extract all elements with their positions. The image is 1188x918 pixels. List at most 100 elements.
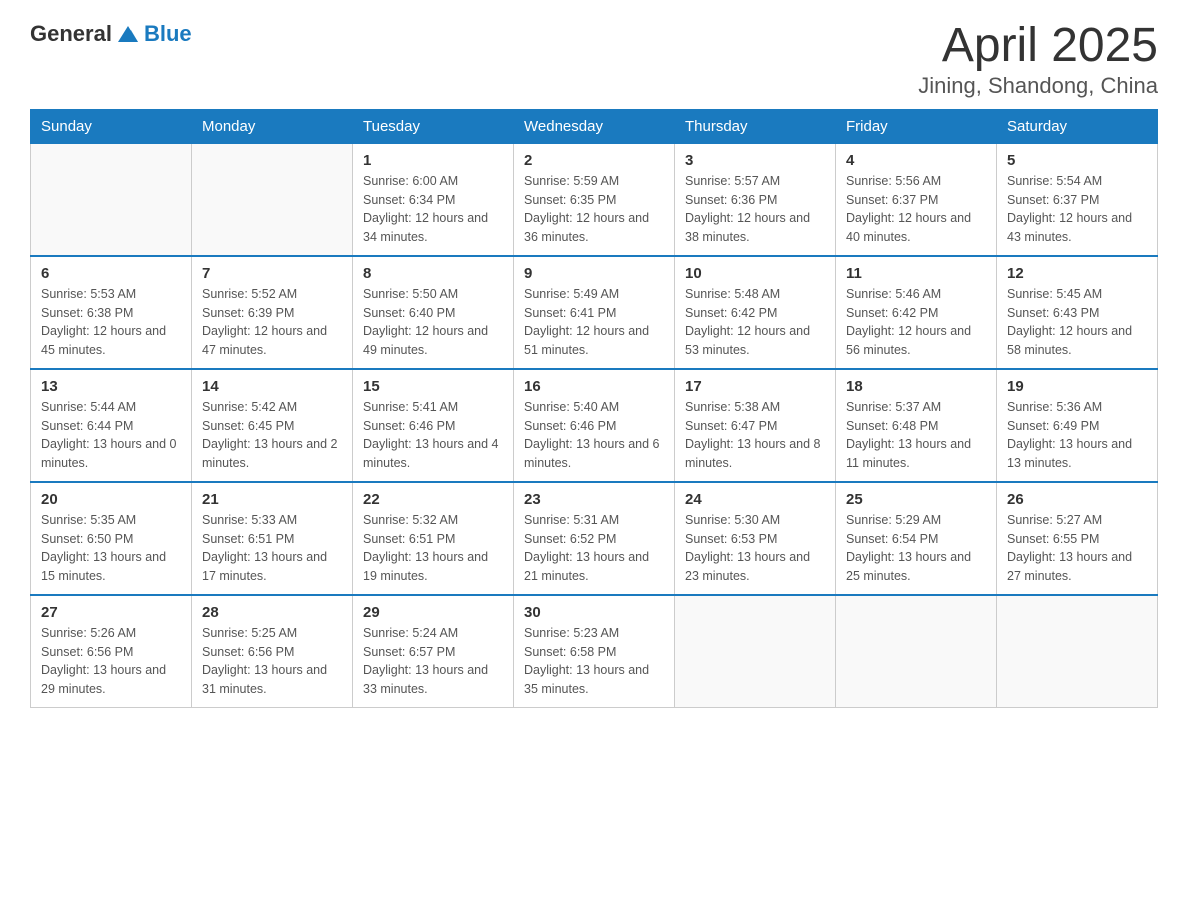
day-number: 29 xyxy=(363,604,503,621)
calendar-cell: 25 Sunrise: 5:29 AMSunset: 6:54 PMDayligh… xyxy=(836,482,997,595)
calendar-cell xyxy=(675,595,836,708)
logo-icon xyxy=(114,20,142,48)
day-number: 26 xyxy=(1007,491,1147,508)
day-number: 8 xyxy=(363,265,503,282)
day-number: 13 xyxy=(41,378,181,395)
calendar-cell: 10Sunrise: 5:48 AMSunset: 6:42 PMDayligh… xyxy=(675,256,836,369)
day-info: Sunrise: 5:23 AMSunset: 6:58 PMDaylight:… xyxy=(524,624,664,699)
day-info: Sunrise: 5:33 AMSunset: 6:51 PMDaylight:… xyxy=(202,511,342,586)
calendar-week-4: 20 Sunrise: 5:35 AMSunset: 6:50 PMDayligh… xyxy=(31,482,1158,595)
day-number: 10 xyxy=(685,265,825,282)
calendar-week-3: 13 Sunrise: 5:44 AMSunset: 6:44 PMDayligh… xyxy=(31,369,1158,482)
day-info: Sunrise: 5:38 AMSunset: 6:47 PMDaylight:… xyxy=(685,398,825,473)
calendar-cell: 1 Sunrise: 6:00 AMSunset: 6:34 PMDaylight… xyxy=(353,143,514,256)
calendar-cell: 30Sunrise: 5:23 AMSunset: 6:58 PMDayligh… xyxy=(514,595,675,708)
day-number: 20 xyxy=(41,491,181,508)
calendar-cell: 7 Sunrise: 5:52 AMSunset: 6:39 PMDaylight… xyxy=(192,256,353,369)
day-info: Sunrise: 5:45 AMSunset: 6:43 PMDaylight:… xyxy=(1007,285,1147,360)
calendar-cell: 4 Sunrise: 5:56 AMSunset: 6:37 PMDaylight… xyxy=(836,143,997,256)
day-number: 22 xyxy=(363,491,503,508)
calendar-cell: 18 Sunrise: 5:37 AMSunset: 6:48 PMDayligh… xyxy=(836,369,997,482)
day-info: Sunrise: 5:29 AMSunset: 6:54 PMDaylight:… xyxy=(846,511,986,586)
day-info: Sunrise: 5:57 AMSunset: 6:36 PMDaylight:… xyxy=(685,172,825,247)
calendar-cell: 26 Sunrise: 5:27 AMSunset: 6:55 PMDayligh… xyxy=(997,482,1158,595)
calendar-cell: 22 Sunrise: 5:32 AMSunset: 6:51 PMDayligh… xyxy=(353,482,514,595)
calendar-cell: 5 Sunrise: 5:54 AMSunset: 6:37 PMDaylight… xyxy=(997,143,1158,256)
day-number: 16 xyxy=(524,378,664,395)
calendar-header-friday: Friday xyxy=(836,109,997,143)
day-info: Sunrise: 5:27 AMSunset: 6:55 PMDaylight:… xyxy=(1007,511,1147,586)
calendar-cell: 8 Sunrise: 5:50 AMSunset: 6:40 PMDaylight… xyxy=(353,256,514,369)
calendar-cell: 16 Sunrise: 5:40 AMSunset: 6:46 PMDayligh… xyxy=(514,369,675,482)
page-subtitle: Jining, Shandong, China xyxy=(918,73,1158,99)
day-number: 23 xyxy=(524,491,664,508)
calendar-cell: 15 Sunrise: 5:41 AMSunset: 6:46 PMDayligh… xyxy=(353,369,514,482)
day-info: Sunrise: 5:30 AMSunset: 6:53 PMDaylight:… xyxy=(685,511,825,586)
calendar-header-tuesday: Tuesday xyxy=(353,109,514,143)
day-number: 24 xyxy=(685,491,825,508)
day-number: 19 xyxy=(1007,378,1147,395)
calendar-header-row: SundayMondayTuesdayWednesdayThursdayFrid… xyxy=(31,109,1158,143)
day-info: Sunrise: 5:56 AMSunset: 6:37 PMDaylight:… xyxy=(846,172,986,247)
calendar-cell: 20 Sunrise: 5:35 AMSunset: 6:50 PMDayligh… xyxy=(31,482,192,595)
calendar-cell: 29 Sunrise: 5:24 AMSunset: 6:57 PMDayligh… xyxy=(353,595,514,708)
day-info: Sunrise: 5:50 AMSunset: 6:40 PMDaylight:… xyxy=(363,285,503,360)
day-info: Sunrise: 5:44 AMSunset: 6:44 PMDaylight:… xyxy=(41,398,181,473)
day-info: Sunrise: 5:49 AMSunset: 6:41 PMDaylight:… xyxy=(524,285,664,360)
calendar-cell: 13 Sunrise: 5:44 AMSunset: 6:44 PMDayligh… xyxy=(31,369,192,482)
day-info: Sunrise: 5:59 AMSunset: 6:35 PMDaylight:… xyxy=(524,172,664,247)
day-number: 2 xyxy=(524,152,664,169)
calendar-header-thursday: Thursday xyxy=(675,109,836,143)
calendar-cell xyxy=(836,595,997,708)
calendar-cell: 24 Sunrise: 5:30 AMSunset: 6:53 PMDayligh… xyxy=(675,482,836,595)
day-number: 6 xyxy=(41,265,181,282)
day-info: Sunrise: 5:53 AMSunset: 6:38 PMDaylight:… xyxy=(41,285,181,360)
day-info: Sunrise: 5:32 AMSunset: 6:51 PMDaylight:… xyxy=(363,511,503,586)
day-number: 27 xyxy=(41,604,181,621)
logo-text-blue: Blue xyxy=(144,21,192,47)
calendar-cell: 2 Sunrise: 5:59 AMSunset: 6:35 PMDaylight… xyxy=(514,143,675,256)
day-number: 4 xyxy=(846,152,986,169)
calendar-header-wednesday: Wednesday xyxy=(514,109,675,143)
day-number: 15 xyxy=(363,378,503,395)
day-number: 5 xyxy=(1007,152,1147,169)
page-header: General Blue April 2025 Jining, Shandong… xyxy=(30,20,1158,99)
day-info: Sunrise: 5:46 AMSunset: 6:42 PMDaylight:… xyxy=(846,285,986,360)
logo: General Blue xyxy=(30,20,192,48)
calendar-cell xyxy=(31,143,192,256)
day-info: Sunrise: 5:42 AMSunset: 6:45 PMDaylight:… xyxy=(202,398,342,473)
day-info: Sunrise: 5:41 AMSunset: 6:46 PMDaylight:… xyxy=(363,398,503,473)
calendar-cell: 28 Sunrise: 5:25 AMSunset: 6:56 PMDayligh… xyxy=(192,595,353,708)
day-info: Sunrise: 5:24 AMSunset: 6:57 PMDaylight:… xyxy=(363,624,503,699)
calendar-header-monday: Monday xyxy=(192,109,353,143)
day-number: 9 xyxy=(524,265,664,282)
calendar-week-2: 6 Sunrise: 5:53 AMSunset: 6:38 PMDaylight… xyxy=(31,256,1158,369)
day-number: 14 xyxy=(202,378,342,395)
day-number: 7 xyxy=(202,265,342,282)
calendar-cell: 21 Sunrise: 5:33 AMSunset: 6:51 PMDayligh… xyxy=(192,482,353,595)
day-number: 11 xyxy=(846,265,986,282)
day-number: 18 xyxy=(846,378,986,395)
day-number: 21 xyxy=(202,491,342,508)
day-info: Sunrise: 5:54 AMSunset: 6:37 PMDaylight:… xyxy=(1007,172,1147,247)
calendar-header-saturday: Saturday xyxy=(997,109,1158,143)
day-info: Sunrise: 5:52 AMSunset: 6:39 PMDaylight:… xyxy=(202,285,342,360)
day-info: Sunrise: 5:40 AMSunset: 6:46 PMDaylight:… xyxy=(524,398,664,473)
page-title: April 2025 xyxy=(918,20,1158,73)
day-info: Sunrise: 5:35 AMSunset: 6:50 PMDaylight:… xyxy=(41,511,181,586)
calendar-week-1: 1 Sunrise: 6:00 AMSunset: 6:34 PMDaylight… xyxy=(31,143,1158,256)
day-number: 25 xyxy=(846,491,986,508)
title-block: April 2025 Jining, Shandong, China xyxy=(918,20,1158,99)
calendar-cell: 17Sunrise: 5:38 AMSunset: 6:47 PMDayligh… xyxy=(675,369,836,482)
day-number: 3 xyxy=(685,152,825,169)
day-info: Sunrise: 5:25 AMSunset: 6:56 PMDaylight:… xyxy=(202,624,342,699)
day-info: Sunrise: 5:31 AMSunset: 6:52 PMDaylight:… xyxy=(524,511,664,586)
calendar-table: SundayMondayTuesdayWednesdayThursdayFrid… xyxy=(30,109,1158,708)
calendar-header-sunday: Sunday xyxy=(31,109,192,143)
logo-text-general: General xyxy=(30,21,112,47)
day-info: Sunrise: 5:37 AMSunset: 6:48 PMDaylight:… xyxy=(846,398,986,473)
day-info: Sunrise: 6:00 AMSunset: 6:34 PMDaylight:… xyxy=(363,172,503,247)
day-number: 28 xyxy=(202,604,342,621)
day-number: 1 xyxy=(363,152,503,169)
calendar-cell: 19Sunrise: 5:36 AMSunset: 6:49 PMDayligh… xyxy=(997,369,1158,482)
